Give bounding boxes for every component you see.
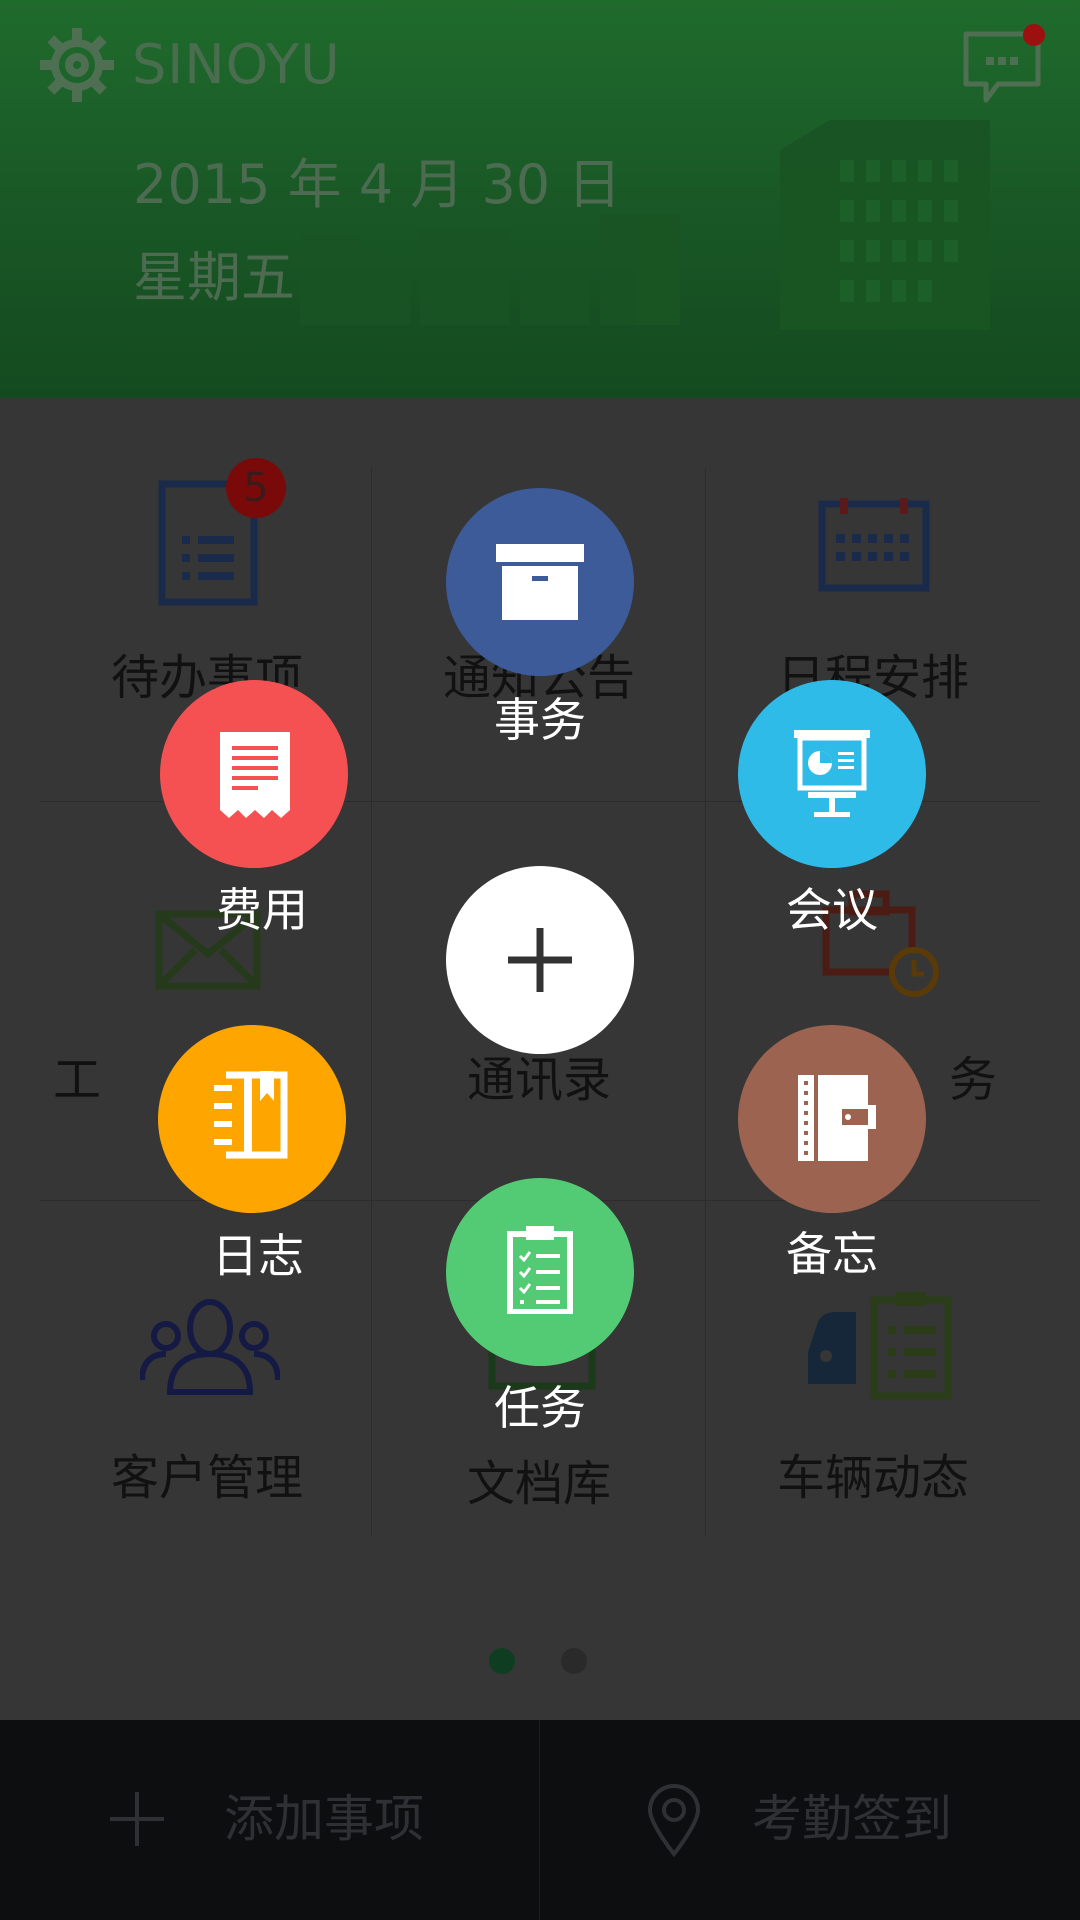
grid-label-mail-text: 工 [52,1052,101,1108]
archive-box-icon [496,544,584,620]
settings-gear-icon[interactable] [38,26,116,104]
fab-task-label: 任务 [494,1381,586,1435]
bottom-action-bar: 添加事项 考勤签到 [0,1720,1080,1920]
location-pin-icon[interactable] [646,1782,702,1858]
fab-affairs-label: 事务 [494,693,586,747]
fab-expense-label: 费用 [216,883,308,937]
check-in-button[interactable]: 考勤签到 [752,1784,952,1854]
vehicle-icon[interactable] [804,1292,952,1400]
grid-label-docs[interactable]: 文档库 [372,1454,706,1514]
date-text: 2015 年 4 月 30 日 [133,153,622,216]
add-item-button[interactable]: 添加事项 [224,1784,424,1854]
fab-meeting-button[interactable] [738,680,926,868]
fab-memo-label: 备忘 [786,1227,878,1281]
grid-divider [371,468,372,1536]
grid-label-contacts[interactable]: 通讯录 [372,1050,706,1110]
bottom-bar-divider [539,1720,540,1920]
add-icon[interactable] [110,1792,164,1846]
fab-close-button[interactable] [446,866,634,1054]
header-banner: SINOYU 2015 年 4 月 30 日 星期五 [0,0,1080,398]
plus-icon [508,928,572,992]
customers-icon[interactable] [140,1296,280,1396]
fab-log-button[interactable] [158,1025,346,1213]
grid-label-customers[interactable]: 客户管理 [40,1448,374,1508]
notebook-icon [214,1071,288,1159]
wallet-notebook-icon [798,1075,876,1161]
grid-label-vehicles[interactable]: 车辆动态 [706,1448,1040,1508]
app-screen: SINOYU 2015 年 4 月 30 日 星期五 5 待办事项 通知公告 日… [0,0,1080,1920]
presentation-board-icon [794,730,870,817]
unread-dot [1023,24,1045,46]
fab-expense-button[interactable] [160,680,348,868]
receipt-icon [220,732,290,818]
todo-count-badge: 5 [226,458,286,518]
calendar-icon[interactable] [818,498,930,592]
page-indicator[interactable] [561,1648,587,1674]
clipboard-checklist-icon [507,1226,573,1314]
fab-task-button[interactable] [446,1178,634,1366]
fab-log-label: 日志 [212,1229,304,1283]
grid-label-field-text: 务 [948,1052,997,1108]
page-indicator-active[interactable] [489,1648,515,1674]
brand-title: SINOYU [132,33,341,96]
fab-meeting-label: 会议 [786,883,878,937]
fab-affairs-button[interactable] [446,488,634,676]
fab-memo-button[interactable] [738,1025,926,1213]
grid-divider [705,468,706,1536]
weekday-text: 星期五 [133,246,295,309]
